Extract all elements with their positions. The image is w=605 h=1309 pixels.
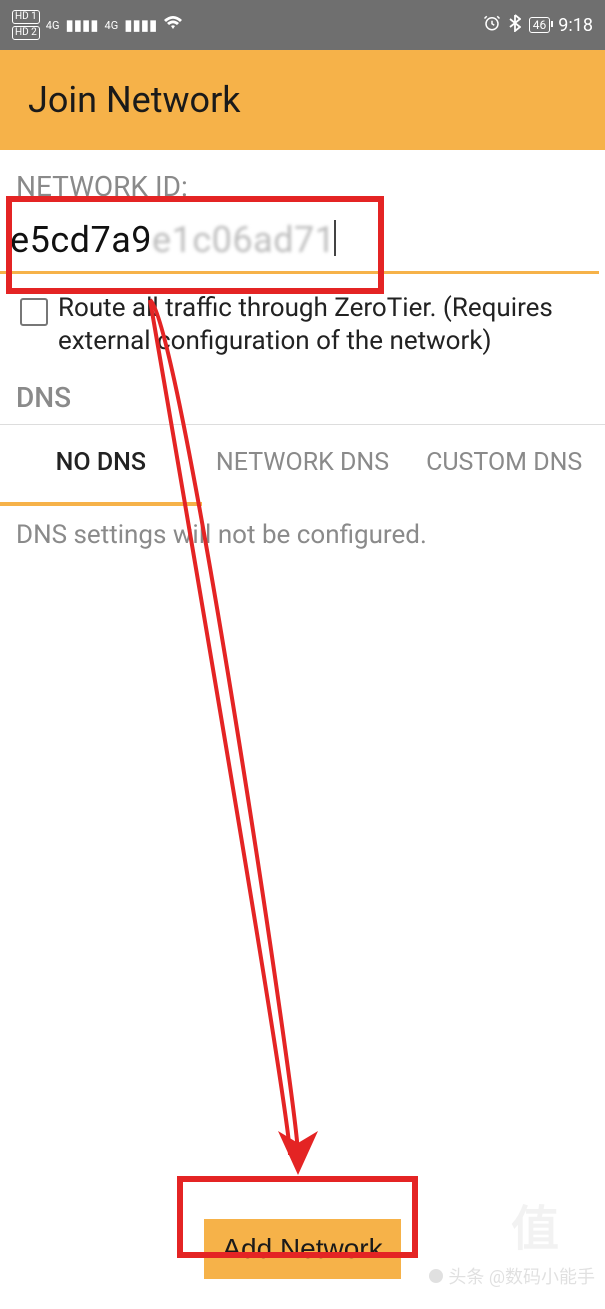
route-traffic-label: Route all traffic through ZeroTier. (Req…: [58, 292, 591, 357]
hd2-badge: HD 2: [12, 26, 40, 40]
network-id-field[interactable]: e5cd7a9e1c06ad71: [0, 211, 605, 274]
watermark-background: 值: [511, 1189, 565, 1259]
network-id-value-redacted: e1c06ad71: [152, 219, 335, 261]
status-bar: HD 1 HD 2 4G ▮▮▮▮ 4G ▮▮▮▮ 46 9:18: [0, 0, 605, 50]
clock-text: 9:18: [558, 15, 593, 36]
dns-hint-text: DNS settings will not be configured.: [0, 506, 605, 564]
status-left: HD 1 HD 2 4G ▮▮▮▮ 4G ▮▮▮▮: [12, 10, 183, 40]
signal-4g-1: 4G: [46, 19, 60, 32]
signal-bars-2-icon: ▮▮▮▮: [124, 16, 157, 34]
bluetooth-icon: [509, 14, 521, 36]
tab-network-dns[interactable]: NETWORK DNS: [202, 425, 404, 506]
app-bar: Join Network: [0, 50, 605, 150]
dns-tabs: NO DNS NETWORK DNS CUSTOM DNS: [0, 425, 605, 506]
field-underline: [0, 271, 599, 274]
add-network-button[interactable]: Add Network: [204, 1219, 400, 1279]
status-right: 46 9:18: [483, 14, 593, 36]
network-id-value-visible: e5cd7a9: [10, 219, 152, 261]
signal-bars-1-icon: ▮▮▮▮: [65, 16, 98, 34]
battery-icon: 46: [529, 17, 551, 33]
network-id-input[interactable]: e5cd7a9e1c06ad71: [0, 211, 599, 271]
page-title: Join Network: [28, 79, 241, 121]
tab-no-dns[interactable]: NO DNS: [0, 425, 202, 506]
route-traffic-checkbox[interactable]: [20, 298, 48, 326]
watermark-text: 头条 @数码小能手: [428, 1263, 595, 1289]
watermark-icon: [428, 1268, 444, 1284]
route-traffic-checkbox-row[interactable]: Route all traffic through ZeroTier. (Req…: [0, 274, 605, 375]
wifi-icon: [163, 15, 183, 35]
signal-4g-2: 4G: [105, 19, 119, 32]
alarm-icon: [483, 14, 501, 36]
hd1-badge: HD 1: [12, 10, 40, 24]
tab-custom-dns[interactable]: CUSTOM DNS: [403, 425, 605, 506]
watermark-label: 头条 @数码小能手: [448, 1263, 595, 1289]
dns-section-label: DNS: [0, 375, 605, 424]
network-id-label: NETWORK ID:: [0, 150, 605, 211]
battery-level: 46: [533, 18, 547, 32]
